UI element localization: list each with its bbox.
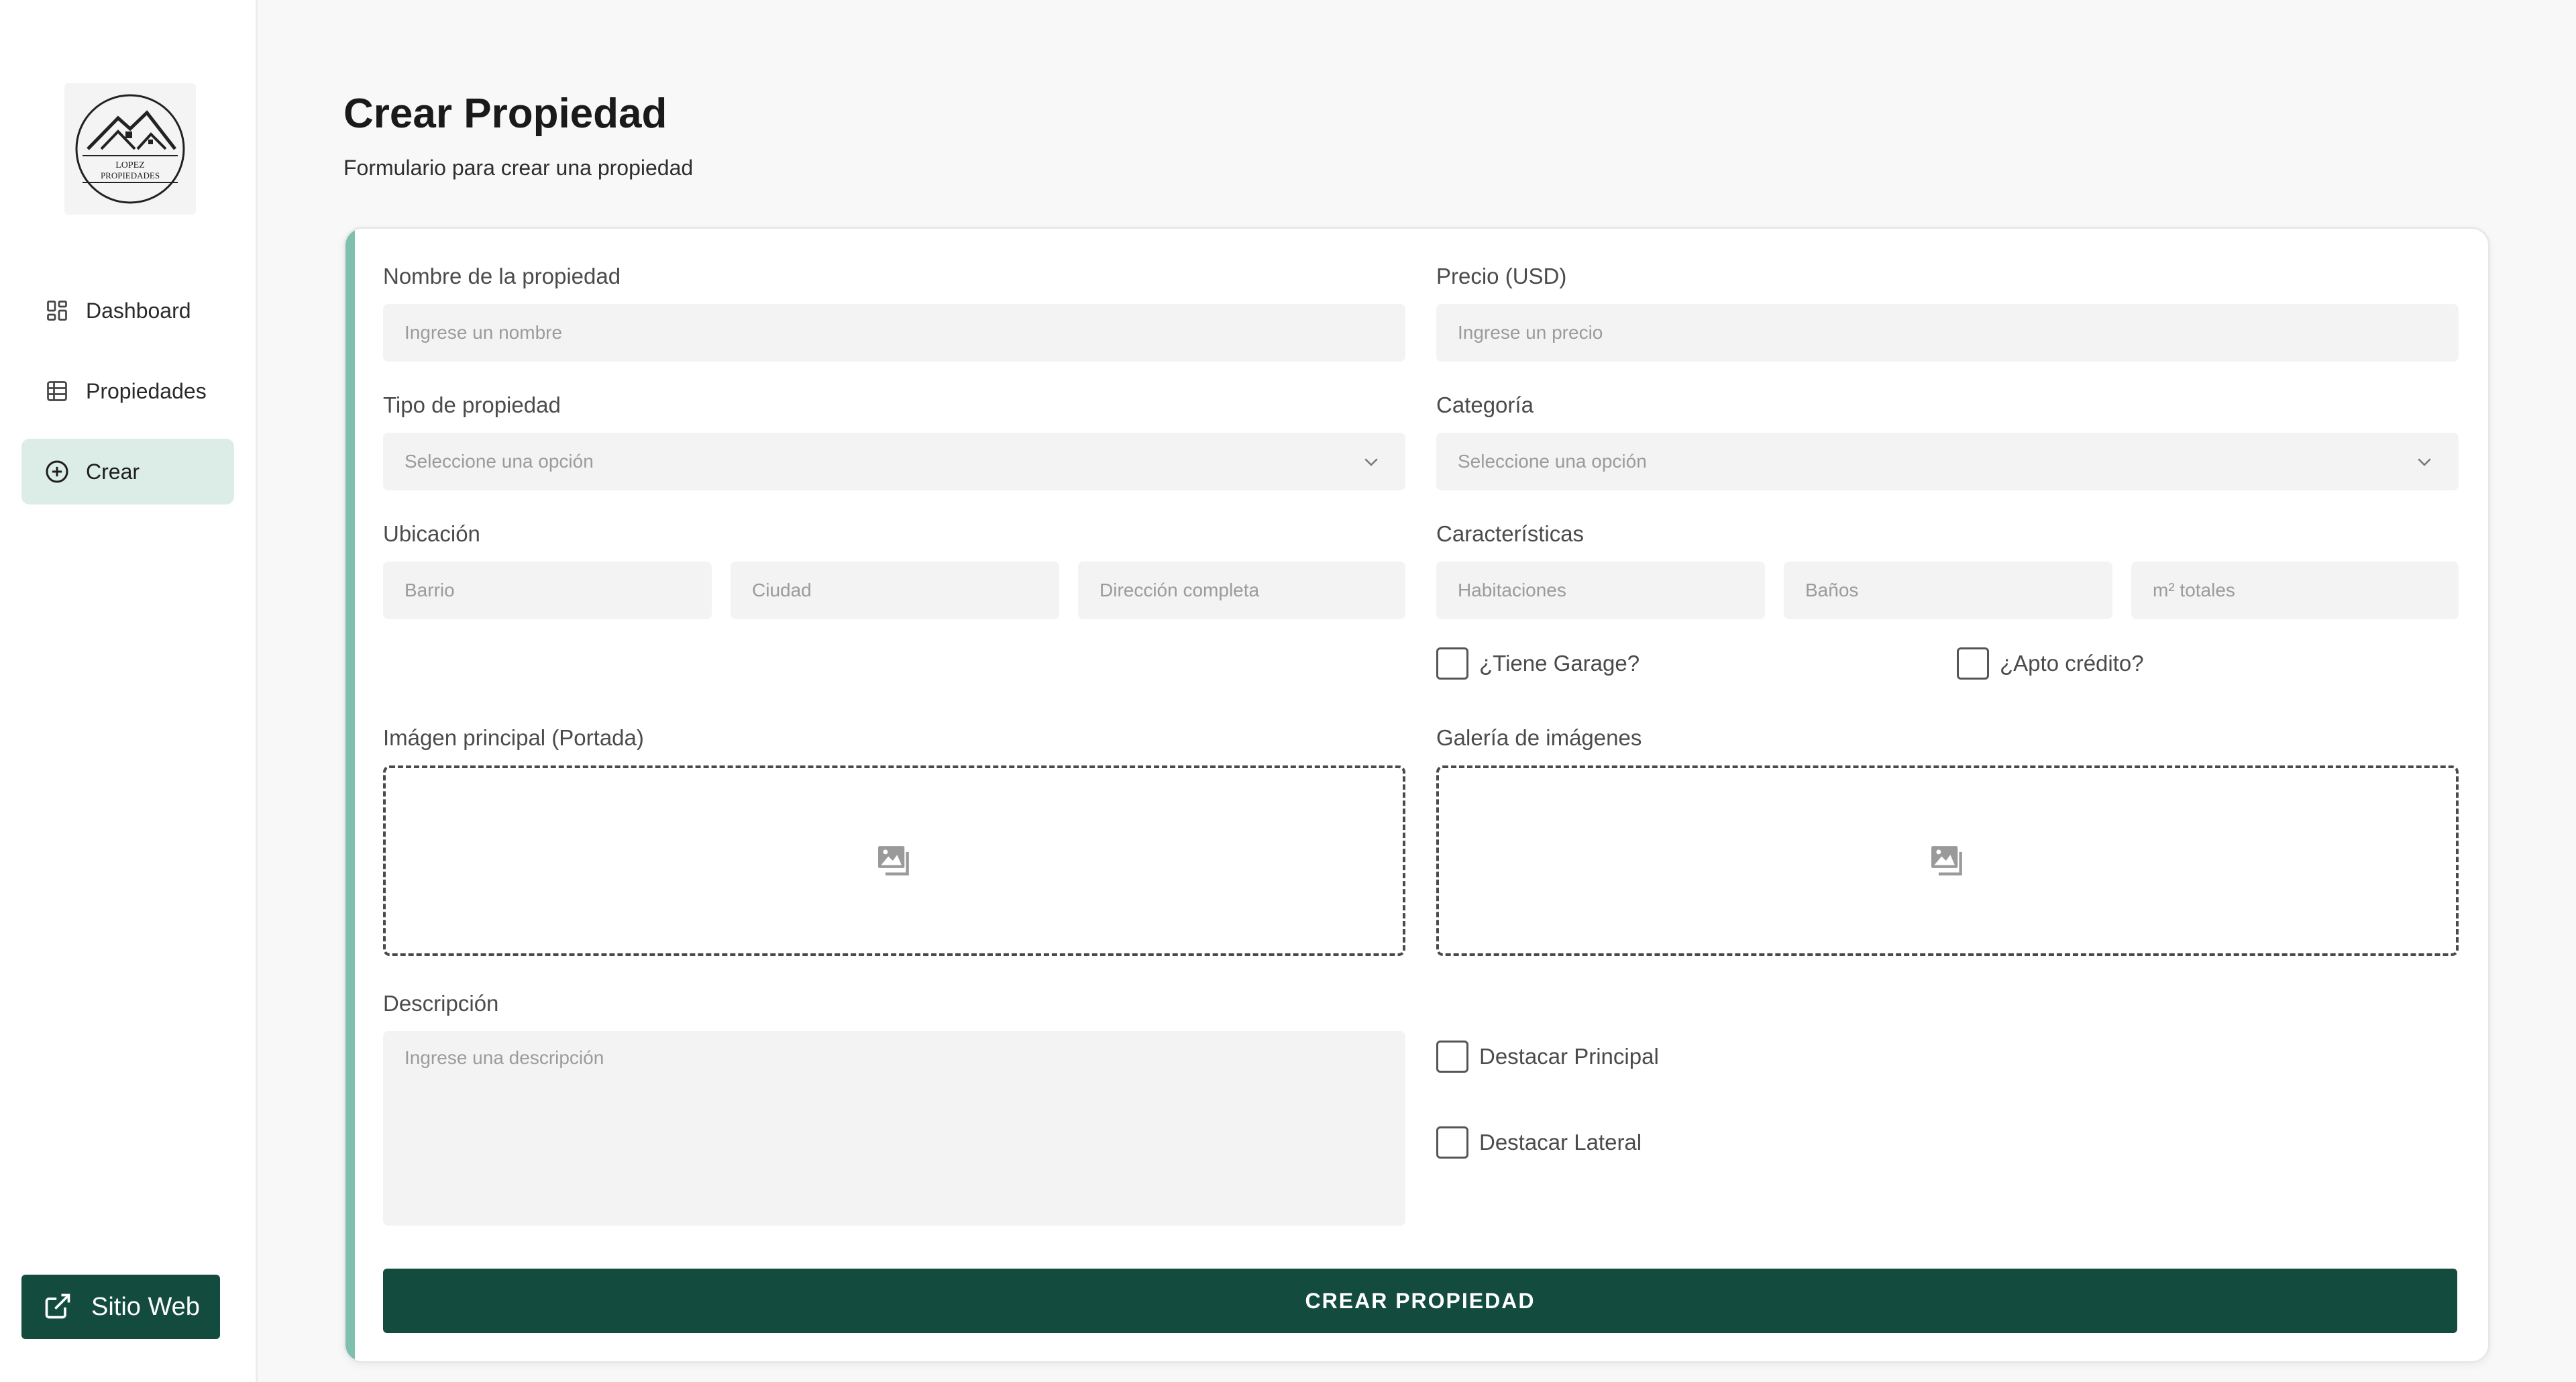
price-label: Precio (USD)	[1436, 264, 1567, 288]
main-content: Crear Propiedad Formulario para crear un…	[258, 0, 2576, 1382]
rooms-placeholder: Habitaciones	[1458, 580, 1566, 600]
gallery-dropzone[interactable]	[1436, 765, 2459, 956]
description-textarea[interactable]: Ingrese una descripción	[383, 1031, 1405, 1226]
sidebar-item-propiedades[interactable]: Propiedades	[21, 358, 234, 424]
price-input[interactable]: Ingrese un precio	[1436, 304, 2459, 362]
checkbox-box[interactable]	[1957, 647, 1989, 680]
external-link-icon	[43, 1291, 74, 1322]
sidebar-nav: Dashboard Propiedades Crear	[21, 278, 234, 519]
area-input[interactable]: m² totales	[2131, 562, 2459, 619]
featured-main-checkbox[interactable]: Destacar Principal	[1436, 1041, 1659, 1073]
sidebar-item-crear[interactable]: Crear	[21, 439, 234, 504]
baths-input[interactable]: Baños	[1784, 562, 2112, 619]
city-placeholder: Ciudad	[752, 580, 812, 600]
city-input[interactable]: Ciudad	[731, 562, 1059, 619]
house-logo-icon: LOPEZ PROPIEDADES	[75, 94, 185, 204]
type-label: Tipo de propiedad	[383, 392, 561, 417]
price-placeholder: Ingrese un precio	[1458, 322, 1603, 343]
address-placeholder: Dirección completa	[1099, 580, 1260, 600]
type-select[interactable]: Seleccione una opción	[383, 433, 1405, 490]
garage-checkbox[interactable]: ¿Tiene Garage?	[1436, 647, 1640, 680]
type-placeholder: Seleccione una opción	[405, 451, 594, 472]
page-title: Crear Propiedad	[343, 91, 667, 137]
features-label: Características	[1436, 521, 1585, 546]
checkbox-box[interactable]	[1436, 1041, 1468, 1073]
website-button[interactable]: Sitio Web	[21, 1275, 220, 1339]
svg-text:LOPEZ: LOPEZ	[115, 160, 145, 170]
name-input[interactable]: Ingrese un nombre	[383, 304, 1405, 362]
credit-label: ¿Apto crédito?	[2000, 651, 2144, 676]
name-placeholder: Ingrese un nombre	[405, 322, 563, 343]
name-label: Nombre de la propiedad	[383, 264, 621, 288]
category-label: Categoría	[1436, 392, 1534, 417]
rooms-input[interactable]: Habitaciones	[1436, 562, 1765, 619]
sidebar: LOPEZ PROPIEDADES Dashboard Propiedades …	[0, 0, 258, 1382]
sidebar-item-label: Crear	[86, 459, 140, 484]
website-button-label: Sitio Web	[91, 1292, 200, 1321]
sidebar-item-dashboard[interactable]: Dashboard	[21, 278, 234, 343]
category-placeholder: Seleccione una opción	[1458, 451, 1647, 472]
gallery-label: Galería de imágenes	[1436, 725, 1642, 750]
sidebar-item-label: Dashboard	[86, 298, 191, 323]
credit-checkbox[interactable]: ¿Apto crédito?	[1957, 647, 2144, 680]
images-icon	[878, 846, 909, 875]
table-icon	[43, 377, 71, 405]
images-icon	[1931, 846, 1962, 875]
category-select[interactable]: Seleccione una opción	[1436, 433, 2459, 490]
page-subtitle: Formulario para crear una propiedad	[343, 156, 694, 180]
checkbox-box[interactable]	[1436, 647, 1468, 680]
chevron-down-icon	[1364, 458, 1378, 466]
create-property-button[interactable]: CREAR PROPIEDAD	[383, 1269, 2457, 1333]
checkbox-box[interactable]	[1436, 1126, 1468, 1159]
featured-side-label: Destacar Lateral	[1479, 1130, 1642, 1155]
neighborhood-placeholder: Barrio	[405, 580, 455, 600]
area-placeholder: m² totales	[2153, 580, 2235, 600]
main-image-dropzone[interactable]	[383, 765, 1405, 956]
company-logo[interactable]: LOPEZ PROPIEDADES	[64, 83, 196, 215]
create-property-form: Nombre de la propiedad Ingrese un nombre…	[343, 227, 2490, 1363]
main-image-label: Imágen principal (Portada)	[383, 725, 644, 750]
baths-placeholder: Baños	[1805, 580, 1859, 600]
chevron-down-icon	[2418, 458, 2431, 466]
location-label: Ubicación	[383, 521, 480, 546]
description-placeholder: Ingrese una descripción	[405, 1047, 604, 1068]
dashboard-grid-icon	[43, 297, 71, 325]
sidebar-item-label: Propiedades	[86, 378, 207, 403]
neighborhood-input[interactable]: Barrio	[383, 562, 712, 619]
description-label: Descripción	[383, 991, 499, 1016]
plus-circle-icon	[43, 458, 71, 486]
svg-text:PROPIEDADES: PROPIEDADES	[101, 170, 160, 180]
featured-side-checkbox[interactable]: Destacar Lateral	[1436, 1126, 1642, 1159]
garage-label: ¿Tiene Garage?	[1479, 651, 1640, 676]
featured-main-label: Destacar Principal	[1479, 1044, 1659, 1069]
address-input[interactable]: Dirección completa	[1078, 562, 1405, 619]
